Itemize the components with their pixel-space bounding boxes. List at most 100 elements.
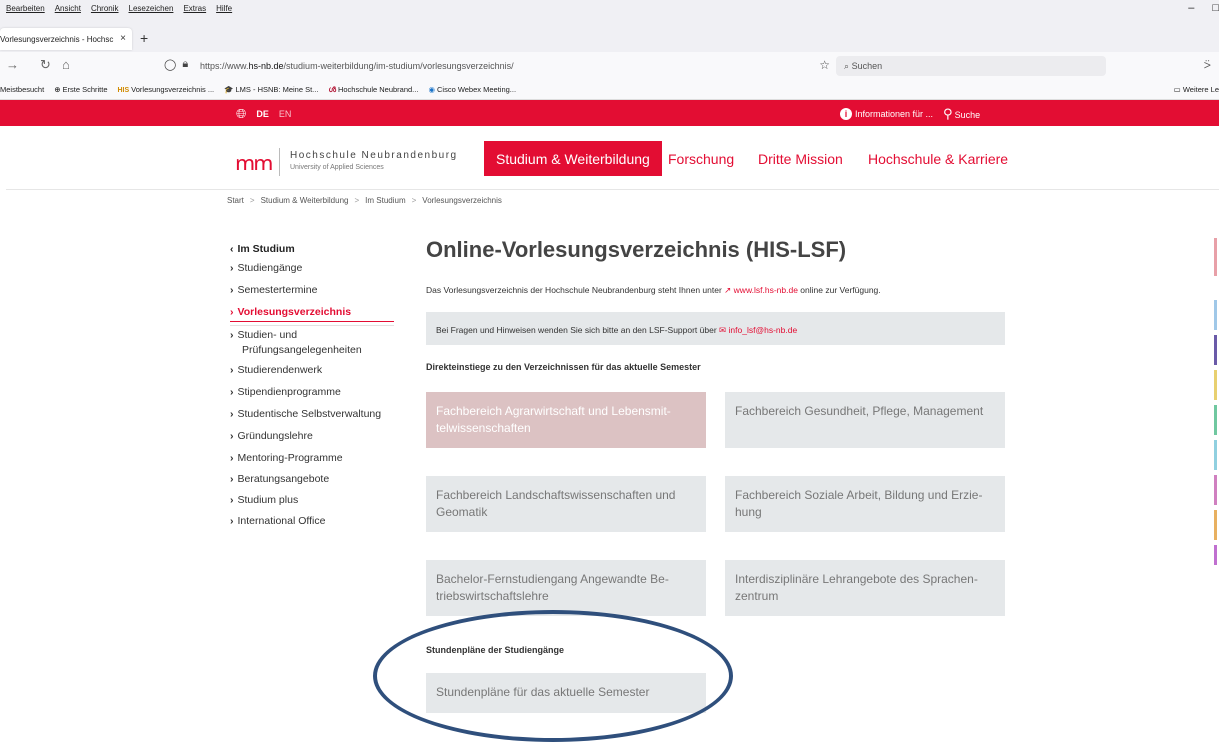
globe-icon: 🌐︎ [236, 106, 247, 121]
lang-en-link[interactable]: EN [279, 109, 292, 119]
sidebar-item-label: International Office [237, 515, 326, 527]
menu-hilfe[interactable]: Hilfe [216, 4, 232, 13]
logo-subtitle: University of Applied Sciences [290, 164, 384, 171]
breadcrumb-current: Vorlesungsverzeichnis [422, 196, 502, 205]
chevron-right-icon: › [230, 284, 234, 296]
nav-dritte-mission[interactable]: Dritte Mission [758, 141, 843, 176]
url-bar[interactable]: ◯ 🔒︎ https://www.hs-nb.de/studium-weiter… [160, 56, 830, 76]
breadcrumb-start[interactable]: Start [227, 196, 244, 205]
tile-fernstudiengang-bwl[interactable]: Bachelor-Fernstudiengang Angewandte Be-t… [426, 560, 706, 616]
sidebar-item-beratungsangebote[interactable]: › Beratungsangebote [230, 473, 329, 485]
his-icon: HIS [117, 87, 130, 94]
forward-arrow-icon[interactable]: → [6, 57, 19, 72]
chevron-right-icon: › [230, 515, 234, 527]
edge-marker [1214, 405, 1217, 435]
breadcrumb-im-studium[interactable]: Im Studium [365, 196, 405, 205]
intro-text: Das Vorlesungsverzeichnis der Hochschule… [426, 285, 881, 296]
bookmark-hochschule[interactable]: ൾ Hochschule Neubrand... [328, 85, 418, 95]
reload-icon[interactable]: ↻ [40, 57, 51, 73]
sidebar-item-label: Studien- und [237, 329, 298, 341]
menu-lesezeichen[interactable]: Lesezeichen [129, 4, 174, 13]
tile-sprachenzentrum[interactable]: Interdisziplinäre Lehrangebote des Sprac… [725, 560, 1005, 616]
chevron-right-icon: › [230, 494, 234, 506]
page-title: Online-Vorlesungsverzeichnis (HIS-LSF) [426, 237, 847, 262]
intro-text-after: online zur Verfügung. [800, 285, 881, 295]
bookmark-vorlesungsverzeichnis[interactable]: HIS Vorlesungsverzeichnis ... [118, 85, 215, 95]
tab-close-button[interactable]: × [120, 33, 126, 44]
menu-chronik[interactable]: Chronik [91, 4, 119, 13]
search-icon: ⚲ [943, 106, 953, 121]
nav-studium-weiterbildung[interactable]: Studium & Weiterbildung [484, 141, 662, 176]
tile-soziale-arbeit[interactable]: Fachbereich Soziale Arbeit, Bildung und … [725, 476, 1005, 532]
lsf-link[interactable]: ↗ www.lsf.hs-nb.de [724, 285, 798, 295]
edge-marker [1214, 545, 1217, 565]
browser-navbar: → ↻ ⌂ ◯ 🔒︎ https://www.hs-nb.de/studium-… [0, 52, 1219, 80]
sidebar-item-label: Gründungslehre [237, 430, 313, 442]
edge-marker [1214, 475, 1217, 505]
bookmark-label: Meistbesucht [0, 85, 45, 94]
bookmark-weitere[interactable]: ▭ Weitere Le [1174, 85, 1219, 94]
sidebar-item-studium-plus[interactable]: › Studium plus [230, 494, 298, 506]
chevron-right-icon: › [230, 473, 234, 485]
sidebar-item-mentoring[interactable]: › Mentoring-Programme [230, 452, 343, 464]
lock-icon[interactable]: 🔒︎ [182, 58, 188, 71]
chevron-right-icon: › [230, 262, 234, 274]
bookmark-label: LMS - HSNB: Meine St... [235, 85, 319, 94]
tab-strip: Vorlesungsverzeichnis - Hochsc × + [0, 22, 1219, 52]
lsf-link-label: www.lsf.hs-nb.de [733, 285, 798, 295]
info-for-link[interactable]: i Informationen für ... [840, 108, 933, 120]
browser-search-field[interactable]: ⌕ Suchen [836, 56, 1106, 76]
sidebar-item-label: Beratungsangebote [237, 473, 330, 485]
chevron-right-icon: › [230, 408, 234, 420]
sidebar-item-gruendungslehre[interactable]: › Gründungslehre [230, 430, 313, 442]
tile-gesundheit[interactable]: Fachbereich Gesundheit, Pflege, Manageme… [725, 392, 1005, 448]
url-text[interactable]: https://www.hs-nb.de/studium-weiterbildu… [200, 61, 514, 71]
bookmark-erste-schritte[interactable]: ⊕ Erste Schritte [54, 85, 107, 95]
lang-de-link[interactable]: DE [256, 109, 269, 119]
sidebar-item-label: Vorlesungsverzeichnis [237, 306, 352, 318]
sidebar-item-vorlesungsverzeichnis[interactable]: › Vorlesungsverzeichnis [230, 306, 351, 318]
sidebar-item-label: Studierendenwerk [237, 364, 323, 376]
shield-icon[interactable]: ◯ [164, 58, 176, 71]
menu-ansicht[interactable]: Ansicht [55, 4, 81, 13]
support-email-link[interactable]: ✉ info_lsf@hs-nb.de [719, 325, 797, 335]
tile-agrarwirtschaft[interactable]: Fachbereich Agrarwirtschaft und Lebensmi… [426, 392, 706, 448]
breadcrumb-studium-weiterbildung[interactable]: Studium & Weiterbildung [261, 196, 349, 205]
sidebar-item-pruefungsangelegenheiten[interactable]: › Studien- und [230, 329, 297, 341]
site-search-link[interactable]: ⚲ Suche [943, 106, 980, 122]
nav-hochschule-karriere[interactable]: Hochschule & Karriere [868, 141, 1008, 176]
direct-links-heading: Direkteinstiege zu den Verzeichnissen fü… [426, 362, 701, 372]
sidebar-item-international-office[interactable]: › International Office [230, 515, 325, 527]
sidebar-active-underline [230, 321, 394, 322]
sidebar-item-studierendenwerk[interactable]: › Studierendenwerk [230, 364, 322, 376]
home-icon[interactable]: ⌂ [62, 57, 70, 72]
logo-name: Hochschule Neubrandenburg [290, 150, 458, 161]
bookmark-webex[interactable]: ◉ Cisco Webex Meeting... [428, 85, 516, 95]
highlight-ellipse [373, 610, 733, 742]
star-icon[interactable]: ☆ [819, 58, 830, 72]
sidebar-item-label: Semestertermine [237, 284, 318, 296]
sidebar-item-semestertermine[interactable]: › Semestertermine [230, 284, 317, 296]
browser-tab[interactable]: Vorlesungsverzeichnis - Hochsc × [0, 28, 132, 50]
header-divider [6, 189, 1219, 190]
support-notice: Bei Fragen und Hinweisen wenden Sie sich… [426, 312, 1005, 345]
sidebar-back-im-studium[interactable]: ‹ Im Studium [230, 243, 295, 255]
bookmark-lms[interactable]: 🎓 LMS - HSNB: Meine St... [224, 85, 318, 95]
info-for-label: Informationen für ... [855, 109, 934, 119]
folder-icon: ▭ [1173, 85, 1181, 94]
pocket-icon[interactable]: ⍩ [1204, 57, 1211, 72]
chevron-right-icon: › [230, 452, 234, 464]
sidebar-item-stipendienprogramme[interactable]: › Stipendienprogramme [230, 386, 341, 398]
tile-landschaftswissenschaften[interactable]: Fachbereich Landschaftswissenschaften un… [426, 476, 706, 532]
new-tab-button[interactable]: + [140, 30, 148, 46]
bookmark-meistbesucht[interactable]: Meistbesucht [0, 85, 44, 95]
sidebar-item-studiengaenge[interactable]: › Studiengänge [230, 262, 302, 274]
nav-forschung[interactable]: Forschung [668, 141, 734, 176]
maximize-button[interactable]: □ [1212, 2, 1219, 14]
menu-bearbeiten[interactable]: Bearbeiten [6, 4, 45, 13]
sidebar-item-label-continued[interactable]: Prüfungsangelegenheiten [242, 344, 362, 356]
minimize-button[interactable]: – [1188, 2, 1194, 14]
menu-extras[interactable]: Extras [183, 4, 206, 13]
edge-marker [1214, 510, 1217, 540]
sidebar-item-selbstverwaltung[interactable]: › Studentische Selbstverwaltung [230, 408, 381, 420]
